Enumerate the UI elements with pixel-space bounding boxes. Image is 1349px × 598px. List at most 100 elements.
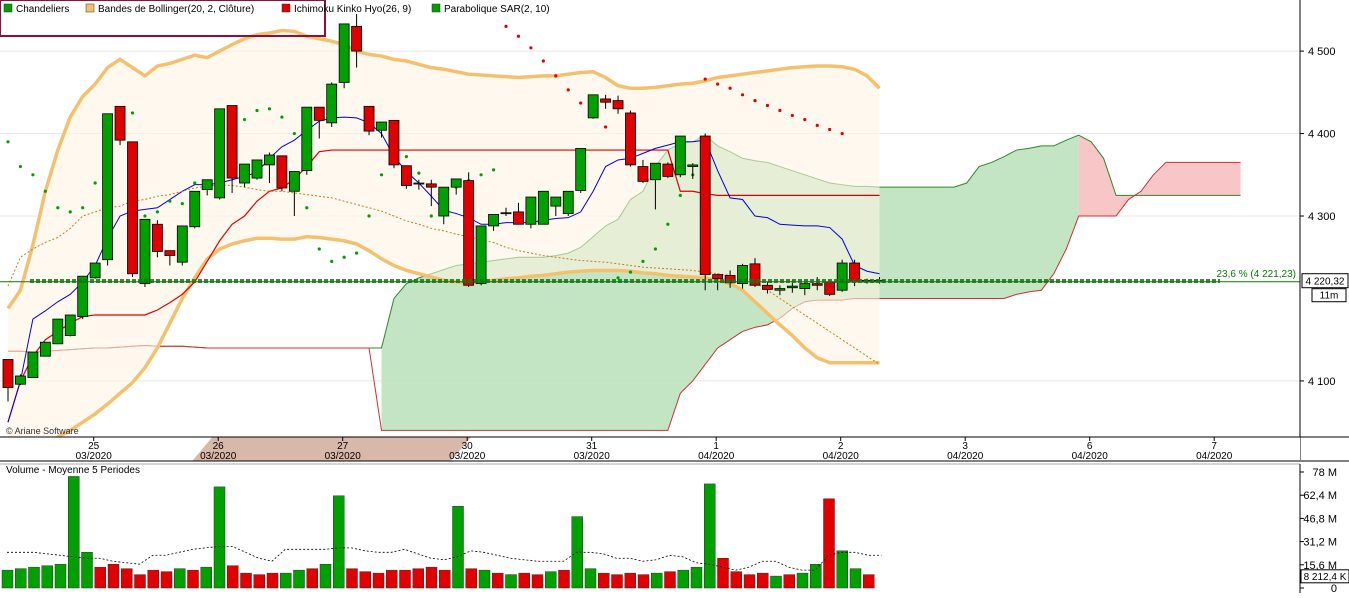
candle-up <box>288 171 300 192</box>
volume-bar-down <box>266 572 279 589</box>
period-label: 11m <box>1320 291 1339 302</box>
sar-dot <box>429 214 433 218</box>
sar-dot <box>292 131 296 136</box>
volume-bar-up <box>545 571 557 589</box>
volume-last-value: 8 212,4 K <box>1304 572 1347 583</box>
sar-dot <box>653 247 658 251</box>
volume-bar-up <box>505 574 517 589</box>
volume-bar-down <box>107 563 120 589</box>
volume-bar-down <box>240 572 252 589</box>
candle-up <box>338 23 350 83</box>
volume-bar-up <box>704 483 716 589</box>
volume-bar-down <box>518 572 530 589</box>
volume-bar-up <box>28 566 40 589</box>
volume-bar-up <box>849 568 862 589</box>
sar-dot <box>790 113 794 118</box>
candle-down <box>824 281 836 295</box>
volume-bar-down <box>664 571 676 589</box>
legend-item[interactable]: Parabolique SAR(2, 10) <box>444 4 550 15</box>
volume-bar-up <box>836 550 848 589</box>
candle-up <box>488 213 499 227</box>
candle-down <box>712 274 724 280</box>
volume-bar-down <box>94 566 106 589</box>
sar-dot <box>342 255 346 259</box>
sar-dot <box>628 270 633 274</box>
volume-bar-up <box>213 486 226 589</box>
sar-dot <box>504 24 508 28</box>
sar-dot <box>168 199 172 203</box>
sar-dot <box>803 117 807 122</box>
sar-dot <box>678 193 682 198</box>
volume-bar-down <box>147 569 159 589</box>
volume-bar-down <box>730 571 742 589</box>
sar-dot <box>267 107 272 111</box>
legend-item[interactable]: Chandeliers <box>16 4 69 15</box>
candle-down <box>164 250 176 256</box>
volume-tick-label: 0 <box>1331 583 1337 593</box>
sar-dot <box>566 88 570 92</box>
price-tick-label: 4 300 <box>1308 211 1336 223</box>
candle-up <box>836 262 848 291</box>
sar-dot <box>840 131 844 136</box>
volume-bar-up <box>41 565 53 589</box>
volume-bar-down <box>160 571 173 589</box>
candle-up <box>214 108 226 199</box>
volume-bar-up <box>200 566 212 589</box>
volume-bar-down <box>492 572 504 589</box>
sar-dot <box>815 123 819 127</box>
sar-dot <box>753 98 757 103</box>
candle-down <box>127 141 138 275</box>
candle-down <box>625 112 636 166</box>
candle-down <box>388 119 400 166</box>
volume-bar-down <box>611 574 623 589</box>
volume-bar-up <box>280 572 292 589</box>
sar-dot <box>155 210 159 214</box>
candle-down <box>425 183 437 188</box>
volume-panel-title: Volume - Moyenne 5 Periodes <box>6 465 140 476</box>
candle-up <box>139 218 151 285</box>
volume-bar-down <box>346 568 358 589</box>
legend-swatch <box>3 3 13 13</box>
candle-up <box>587 94 599 119</box>
sar-dot <box>641 259 645 263</box>
volume-bar-up <box>677 569 689 589</box>
candle-up <box>27 351 39 379</box>
time-tick-month: 04/2020 <box>947 451 984 462</box>
volume-bar-down <box>743 574 756 589</box>
candle-down <box>276 155 288 189</box>
volume-bar-up <box>319 563 332 589</box>
sar-dot <box>93 181 97 185</box>
sar-dot <box>778 108 782 113</box>
sar-dot <box>666 222 670 226</box>
candle-down <box>313 106 325 121</box>
candle-up <box>39 341 51 357</box>
legend-item[interactable]: Ichimoku Kinko Hyo(26, 9) <box>294 4 411 15</box>
sar-dot <box>180 202 184 206</box>
sar-dot <box>31 173 35 177</box>
volume-bar-down <box>558 569 570 589</box>
time-tick-month: 03/2020 <box>76 451 113 462</box>
candle-up <box>64 314 76 336</box>
sar-dot <box>43 189 47 193</box>
volume-bar-down <box>624 572 636 589</box>
chart-root: 23,6 % (4 221,23) 4 500 4 400 4 300 4 100 4 … <box>0 0 1349 595</box>
sar-dot <box>68 210 72 214</box>
time-tick-month: 04/2020 <box>823 451 860 462</box>
volume-bar-down <box>425 566 438 589</box>
sar-dot <box>404 155 408 159</box>
candle-up <box>376 121 387 131</box>
sar-dot <box>242 117 247 122</box>
candle-up <box>500 212 512 215</box>
sar-dot <box>529 46 533 50</box>
candle-down <box>600 98 611 103</box>
volume-bar-down <box>598 572 610 589</box>
sar-dot <box>479 173 483 177</box>
sar-dot <box>716 82 720 86</box>
legend-item[interactable]: Bandes de Bollinger(20, 2, Clôture) <box>98 4 254 15</box>
sar-dot <box>417 171 421 175</box>
volume-bar-up <box>54 563 67 589</box>
candle-up <box>176 225 188 263</box>
legend-swatch <box>281 3 291 13</box>
candle-up <box>550 196 562 207</box>
candle-down <box>351 25 363 52</box>
